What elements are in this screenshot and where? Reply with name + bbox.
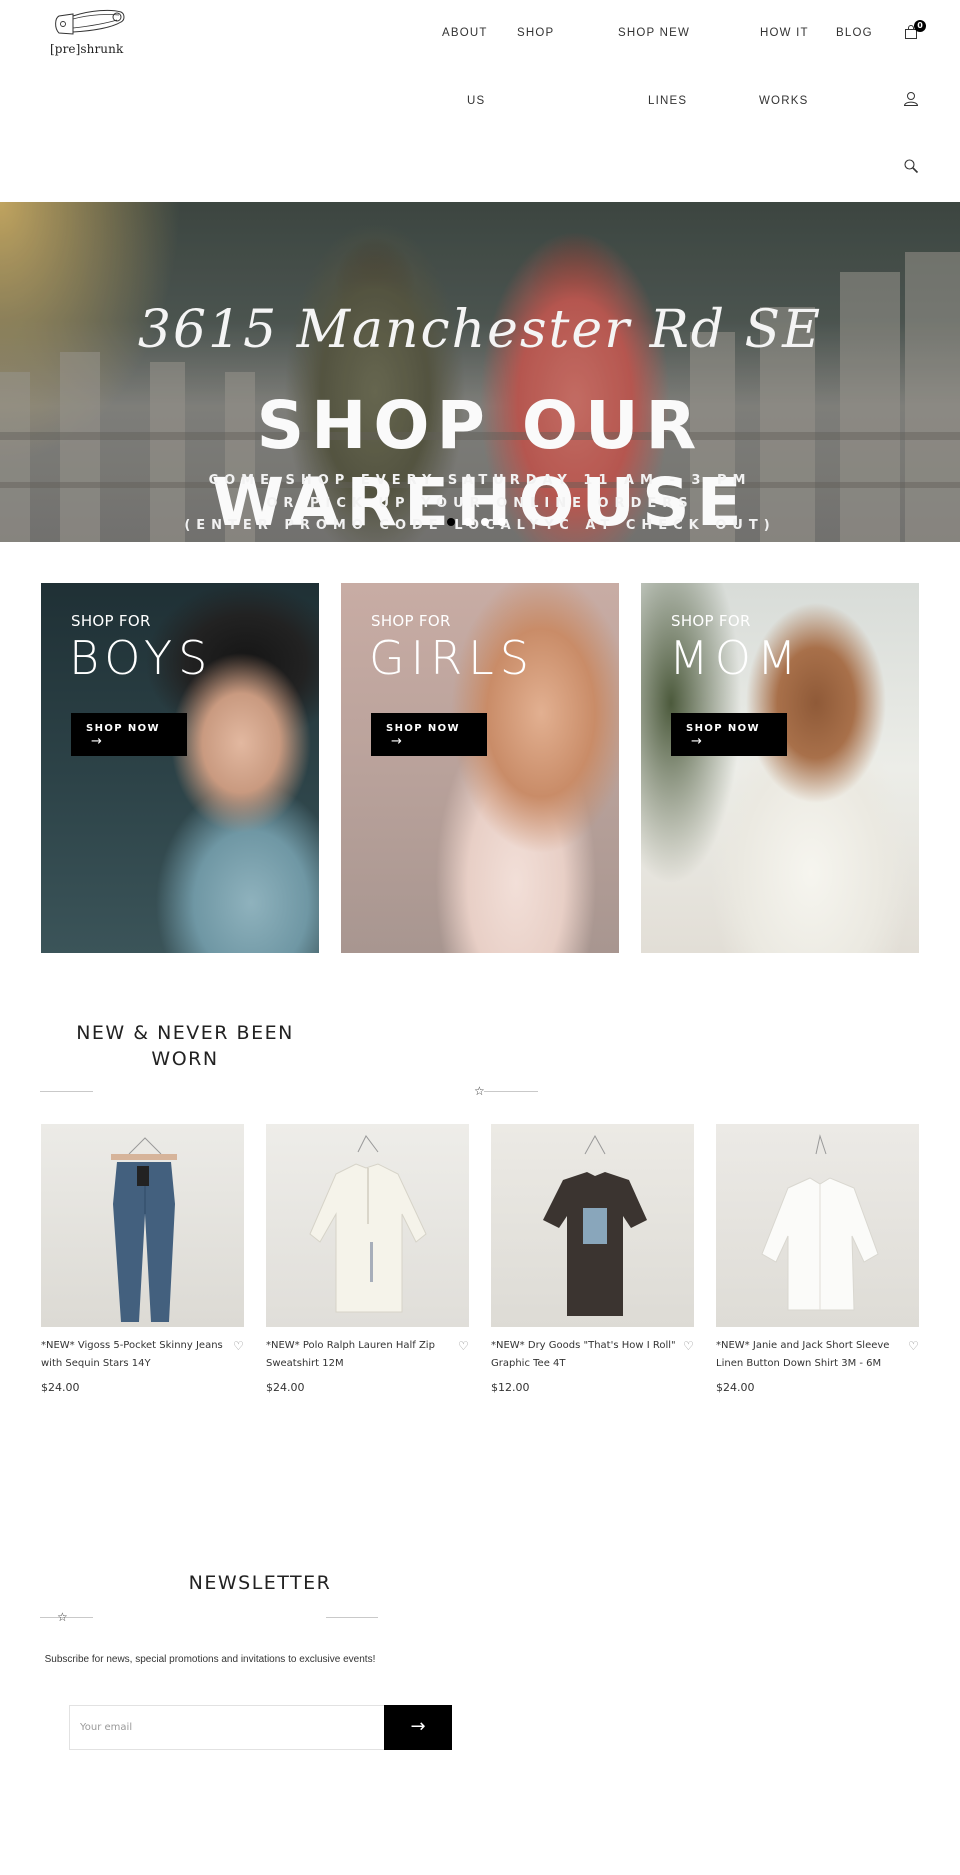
carousel-dot-1[interactable] xyxy=(447,518,455,526)
jeans-image xyxy=(111,1137,177,1322)
shop-now-button-girls[interactable]: SHOP NOW → xyxy=(371,713,487,756)
hero-line-2: OR PICK UP YOUR ONLINE ORDERS xyxy=(266,496,694,511)
cart-count-badge: 0 xyxy=(914,20,926,32)
divider-rule xyxy=(326,1617,378,1618)
newsletter-description: Subscribe for news, special promotions a… xyxy=(44,1654,376,1665)
tee-image xyxy=(543,1134,647,1316)
hero-address: 3615 Manchester Rd SE xyxy=(137,300,823,360)
divider-rule xyxy=(484,1091,538,1092)
newsletter-title: NEWSLETTER xyxy=(188,1572,332,1594)
nav-blog[interactable]: BLOG xyxy=(836,26,873,40)
category-kicker: SHOP FOR xyxy=(71,612,151,630)
product-name[interactable]: *NEW* Janie and Jack Short Sleeve Linen … xyxy=(716,1337,919,1373)
search-button[interactable] xyxy=(903,158,923,178)
category-card-mom[interactable]: SHOP FOR MOM SHOP NOW → xyxy=(641,583,919,953)
search-icon xyxy=(904,159,919,174)
newsletter-submit-button[interactable]: → xyxy=(384,1705,452,1750)
carousel-dot-3[interactable] xyxy=(481,518,489,526)
product-price: $12.00 xyxy=(491,1381,530,1394)
shop-now-button-mom[interactable]: SHOP NOW → xyxy=(671,713,787,756)
logo-text: [pre]shrunk xyxy=(50,42,124,56)
wishlist-heart-icon[interactable]: ♡ xyxy=(233,1339,244,1353)
nav-shop-label: SHOP xyxy=(517,27,555,39)
safety-pin-icon xyxy=(55,9,125,35)
new-section-title: NEW & NEVER BEEN WORN xyxy=(40,1020,330,1072)
nav-about-us[interactable]: ABOUT US xyxy=(442,26,488,107)
category-kicker: SHOP FOR xyxy=(371,612,451,630)
product-name[interactable]: *NEW* Polo Ralph Lauren Half Zip Sweatsh… xyxy=(266,1337,469,1373)
shop-now-label: SHOP NOW xyxy=(86,723,160,734)
nav-how-it-works-label-2: WORKS xyxy=(759,95,809,107)
divider-rule xyxy=(40,1091,93,1092)
wishlist-heart-icon[interactable]: ♡ xyxy=(908,1339,919,1353)
product-name[interactable]: *NEW* Vigoss 5-Pocket Skinny Jeans with … xyxy=(41,1337,244,1373)
product-image[interactable] xyxy=(716,1124,919,1327)
shop-now-label: SHOP NOW xyxy=(386,723,460,734)
hero-line-3: (ENTER PROMO CODE LOCALYYC AT CHECK OUT) xyxy=(184,518,776,533)
product-image[interactable] xyxy=(41,1124,244,1327)
new-section-title-line-1: NEW & NEVER BEEN xyxy=(76,1022,294,1044)
carousel-dot-4[interactable] xyxy=(498,518,506,526)
product-price: $24.00 xyxy=(41,1381,80,1394)
nav-about-us-label-2: US xyxy=(467,95,486,107)
site-header: [pre]shrunk ABOUT US SHOP SHOP NEW LINES… xyxy=(0,0,960,202)
shirt-image xyxy=(761,1134,879,1311)
logo[interactable]: [pre]shrunk xyxy=(48,6,130,58)
product-price: $24.00 xyxy=(266,1381,305,1394)
wishlist-heart-icon[interactable]: ♡ xyxy=(458,1339,469,1353)
nav-shop-new-lines-label: SHOP NEW xyxy=(618,27,691,39)
newsletter-email-input[interactable] xyxy=(69,1705,385,1750)
carousel-dot-2[interactable] xyxy=(464,518,472,526)
nav-blog-label: BLOG xyxy=(836,27,873,39)
nav-how-it-works-label: HOW IT xyxy=(760,27,809,39)
hero-banner[interactable]: 3615 Manchester Rd SE SHOP OUR WAREHOUSE… xyxy=(0,202,960,542)
nav-how-it-works[interactable]: HOW IT WORKS xyxy=(759,26,809,107)
category-title: MOM xyxy=(669,631,803,685)
user-icon xyxy=(903,92,919,106)
nav-shop-new-lines[interactable]: SHOP NEW LINES xyxy=(618,26,691,107)
category-card-boys[interactable]: SHOP FOR BOYS SHOP NOW → xyxy=(41,583,319,953)
arrow-right-icon: → xyxy=(410,1716,426,1737)
category-title: BOYS xyxy=(69,631,214,685)
category-title: GIRLS xyxy=(369,631,536,685)
product-image[interactable] xyxy=(491,1124,694,1327)
product-price: $24.00 xyxy=(716,1381,755,1394)
sweatshirt-image xyxy=(309,1135,427,1313)
shop-now-button-boys[interactable]: SHOP NOW → xyxy=(71,713,187,756)
product-name[interactable]: *NEW* Dry Goods "That's How I Roll" Grap… xyxy=(491,1337,694,1373)
nav-shop[interactable]: SHOP xyxy=(517,26,554,40)
arrow-right-icon: → xyxy=(691,734,702,749)
cart-button[interactable]: 0 xyxy=(903,20,926,44)
shop-now-label: SHOP NOW xyxy=(686,723,760,734)
arrow-right-icon: → xyxy=(391,734,402,749)
wishlist-heart-icon[interactable]: ♡ xyxy=(683,1339,694,1353)
category-kicker: SHOP FOR xyxy=(671,612,751,630)
hero-line-1: COME SHOP EVERY SATURDAY 11 AM - 3 PM xyxy=(208,473,752,488)
product-image[interactable] xyxy=(266,1124,469,1327)
nav-shop-new-lines-label-2: LINES xyxy=(648,95,688,107)
nav-about-us-label: ABOUT xyxy=(442,27,488,39)
new-section-title-line-2: WORN xyxy=(151,1048,219,1070)
star-icon: ☆ xyxy=(57,1610,68,1624)
category-card-girls[interactable]: SHOP FOR GIRLS SHOP NOW → xyxy=(341,583,619,953)
account-button[interactable] xyxy=(903,91,923,111)
arrow-right-icon: → xyxy=(91,734,102,749)
